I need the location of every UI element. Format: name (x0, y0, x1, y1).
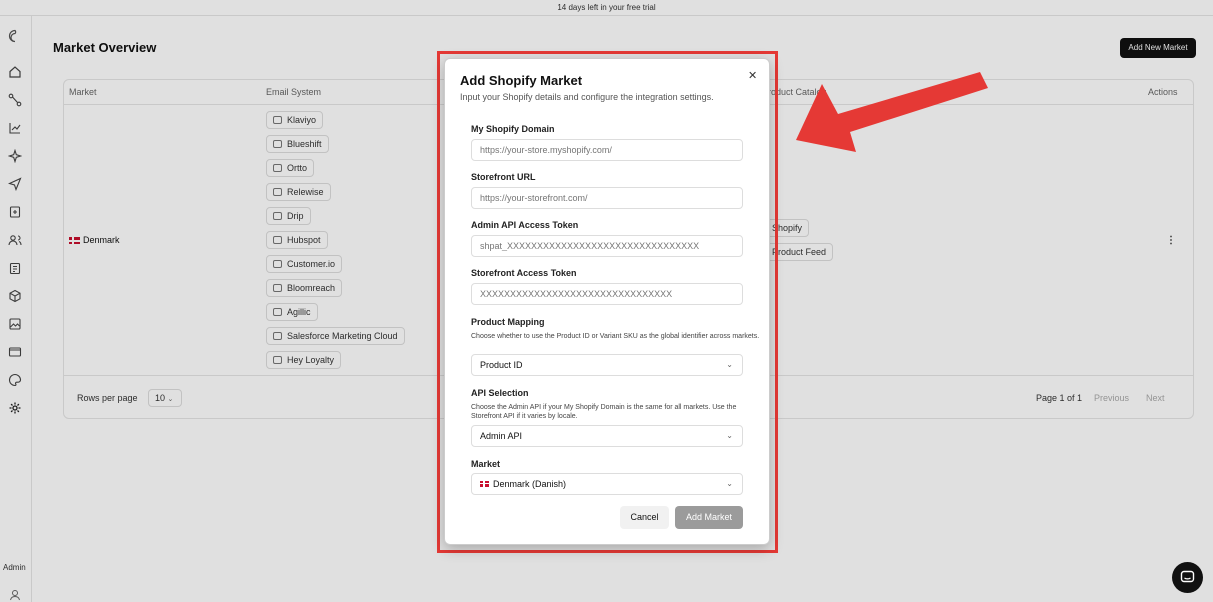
storefront-token-input[interactable] (471, 283, 743, 305)
storefront-token-label: Storefront Access Token (471, 268, 577, 278)
market-value: Denmark (Danish) (493, 479, 567, 489)
api-selection-help: Choose the Admin API if your My Shopify … (471, 404, 737, 420)
close-icon[interactable]: ✕ (748, 69, 757, 82)
api-selection-label: API Selection (471, 388, 529, 398)
product-mapping-value: Product ID (480, 360, 523, 370)
product-mapping-help: Choose whether to use the Product ID or … (471, 333, 760, 340)
chevron-down-icon: ⌄ (726, 360, 733, 369)
admin-token-label: Admin API Access Token (471, 220, 579, 230)
red-arrow-annotation (796, 72, 988, 152)
chevron-down-icon: ⌄ (726, 479, 733, 488)
denmark-flag-icon (480, 480, 489, 487)
add-market-button[interactable]: Add Market (675, 506, 743, 529)
shopify-domain-label: My Shopify Domain (471, 124, 555, 134)
product-mapping-label: Product Mapping (471, 317, 545, 327)
storefront-url-input[interactable] (471, 187, 743, 209)
api-selection-value: Admin API (480, 431, 523, 441)
cancel-button[interactable]: Cancel (620, 506, 669, 529)
product-mapping-select[interactable]: Product ID ⌄ (471, 354, 743, 376)
market-select[interactable]: Denmark (Danish) ⌄ (471, 473, 743, 495)
add-shopify-market-dialog: Add Shopify Market Input your Shopify de… (444, 58, 770, 545)
chat-icon (1180, 570, 1195, 583)
chevron-down-icon: ⌄ (726, 431, 733, 440)
chat-launcher-button[interactable] (1172, 562, 1203, 593)
admin-token-input[interactable] (471, 235, 743, 257)
dialog-subtitle: Input your Shopify details and configure… (460, 92, 714, 102)
dialog-title: Add Shopify Market (460, 73, 583, 88)
shopify-domain-input[interactable] (471, 139, 743, 161)
api-selection-select[interactable]: Admin API ⌄ (471, 425, 743, 447)
market-label: Market (471, 459, 501, 469)
storefront-url-label: Storefront URL (471, 172, 536, 182)
